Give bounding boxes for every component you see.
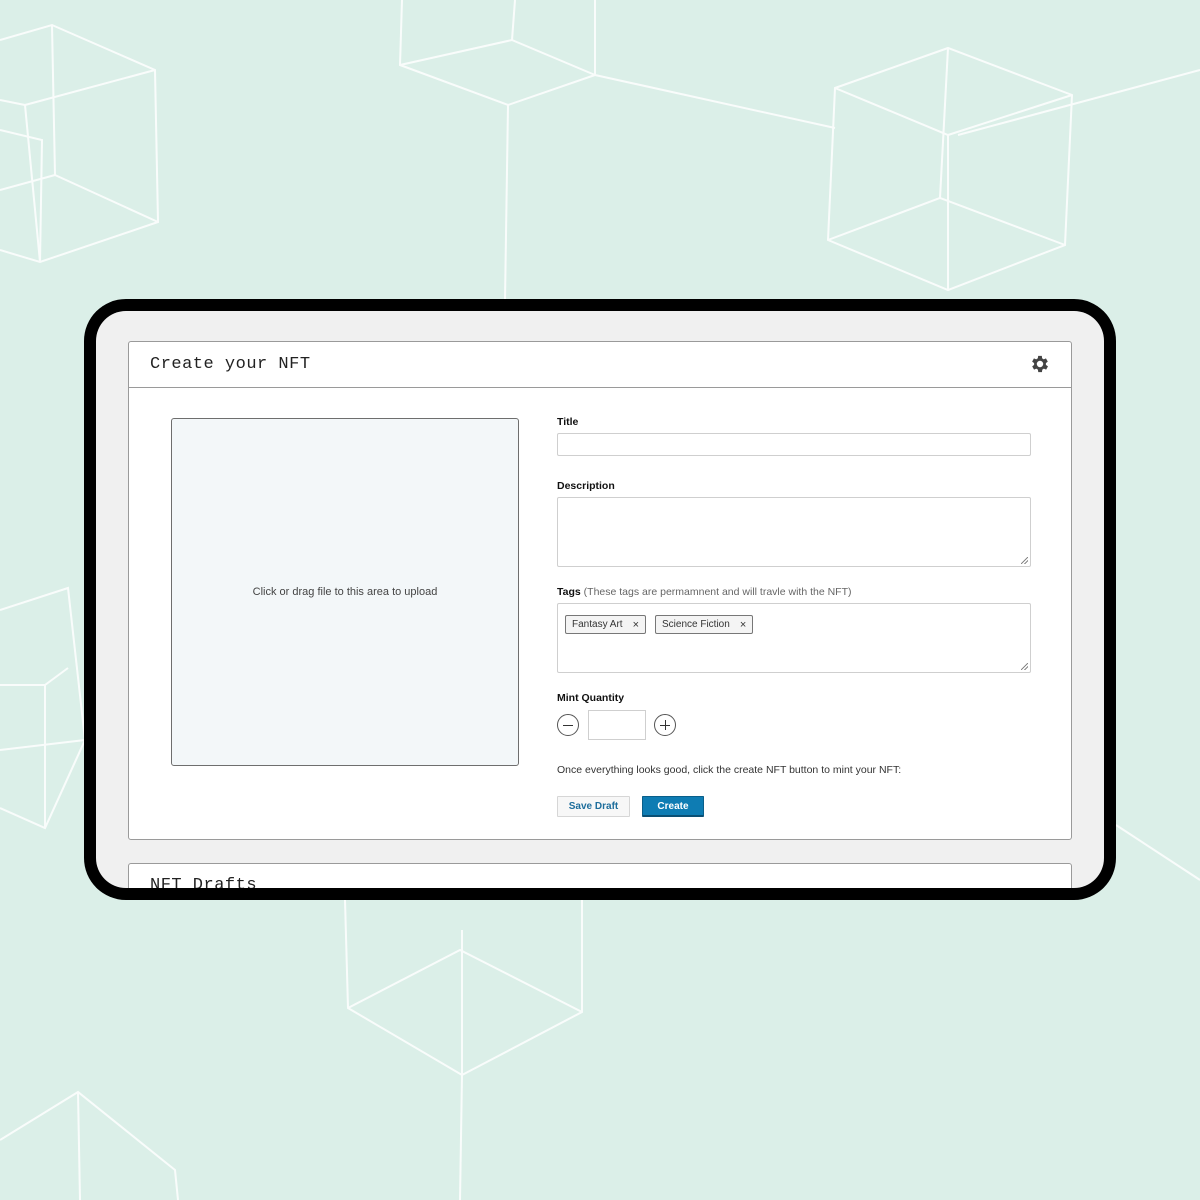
- gear-icon[interactable]: [1029, 353, 1051, 375]
- save-draft-button[interactable]: Save Draft: [557, 796, 630, 817]
- action-row: Save Draft Create: [557, 796, 1031, 818]
- file-upload-dropzone[interactable]: Click or drag file to this area to uploa…: [171, 418, 519, 766]
- resize-handle-icon[interactable]: [1021, 663, 1028, 670]
- mint-quantity-input[interactable]: [588, 710, 646, 740]
- close-icon[interactable]: ×: [740, 619, 746, 631]
- resize-handle-icon[interactable]: [1021, 557, 1028, 564]
- description-label: Description: [557, 480, 615, 492]
- minus-circle-icon[interactable]: [557, 714, 579, 736]
- tablet-frame: Create your NFT Click or drag file to th…: [84, 299, 1116, 900]
- panel-header: Create your NFT: [129, 342, 1071, 388]
- tags-hint: (These tags are permamnent and will trav…: [583, 586, 852, 598]
- quantity-stepper: [557, 710, 1031, 742]
- tags-input[interactable]: Fantasy Art × Science Fiction ×: [557, 603, 1031, 673]
- page-title: Create your NFT: [150, 355, 311, 374]
- tablet-screen: Create your NFT Click or drag file to th…: [96, 311, 1104, 888]
- create-button[interactable]: Create: [642, 796, 704, 817]
- tag-label: Science Fiction: [662, 619, 730, 630]
- title-input[interactable]: [557, 433, 1031, 456]
- title-label: Title: [557, 416, 579, 428]
- mint-quantity-label: Mint Quantity: [557, 692, 625, 704]
- tag-chip: Science Fiction ×: [655, 615, 754, 634]
- tags-label-row: Tags (These tags are permamnent and will…: [557, 586, 1031, 598]
- description-textarea[interactable]: [557, 497, 1031, 567]
- nft-form: Title Description Tags (These tags are p…: [557, 416, 1031, 818]
- create-nft-panel: Create your NFT Click or drag file to th…: [128, 341, 1072, 840]
- tags-label: Tags: [557, 586, 581, 598]
- nft-drafts-panel: NFT Drafts: [128, 863, 1072, 888]
- upload-prompt: Click or drag file to this area to uploa…: [252, 586, 438, 598]
- plus-circle-icon[interactable]: [654, 714, 676, 736]
- tag-label: Fantasy Art: [572, 619, 623, 630]
- tag-chip: Fantasy Art ×: [565, 615, 647, 634]
- close-icon[interactable]: ×: [633, 619, 639, 631]
- drafts-title: NFT Drafts: [150, 876, 258, 888]
- instruction-note: Once everything looks good, click the cr…: [557, 764, 902, 776]
